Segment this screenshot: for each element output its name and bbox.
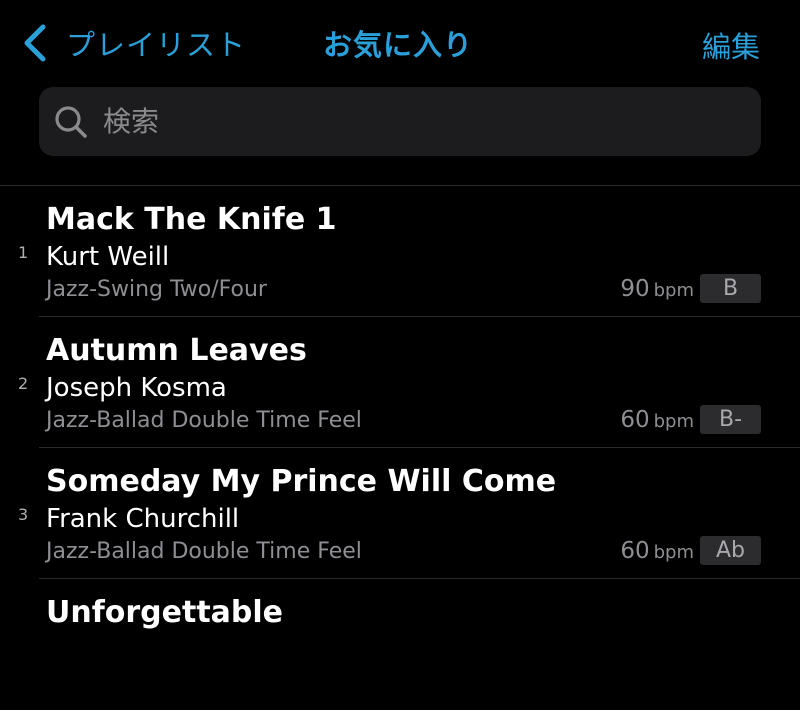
song-style: Jazz-Ballad Double Time Feel: [46, 408, 362, 433]
song-tempo: 90 bpm: [620, 276, 694, 302]
row-index: 1: [18, 243, 29, 262]
key-badge: B-: [700, 405, 761, 434]
list-item[interactable]: Unforgettable: [0, 579, 800, 710]
row-index: 2: [18, 374, 29, 393]
back-label: プレイリスト: [66, 28, 247, 62]
tempo-unit: bpm: [653, 280, 694, 301]
tempo-value: 60: [620, 407, 650, 433]
row-index: 3: [18, 505, 29, 524]
song-style: Jazz-Swing Two/Four: [46, 277, 267, 302]
song-title: Mack The Knife 1: [46, 202, 337, 237]
list-item[interactable]: 2 Autumn Leaves Joseph Kosma Jazz-Ballad…: [0, 317, 800, 448]
search-bar[interactable]: [39, 87, 761, 156]
list-item[interactable]: 1 Mack The Knife 1 Kurt Weill Jazz-Swing…: [0, 186, 800, 317]
tempo-value: 90: [620, 276, 650, 302]
tempo-unit: bpm: [653, 542, 694, 563]
song-title: Someday My Prince Will Come: [46, 464, 557, 499]
tempo-value: 60: [620, 538, 650, 564]
back-button[interactable]: プレイリスト: [22, 20, 246, 66]
list-item[interactable]: 3 Someday My Prince Will Come Frank Chur…: [0, 448, 800, 579]
song-tempo: 60 bpm: [620, 538, 694, 564]
navigation-bar: プレイリスト お気に入り 編集: [0, 0, 800, 84]
song-composer: Kurt Weill: [46, 242, 170, 272]
page-title: お気に入り: [323, 28, 474, 62]
song-title: Unforgettable: [46, 595, 284, 630]
song-composer: Frank Churchill: [46, 504, 240, 534]
tempo-unit: bpm: [653, 411, 694, 432]
song-tempo: 60 bpm: [620, 407, 694, 433]
song-title: Autumn Leaves: [46, 333, 307, 368]
song-list: 1 Mack The Knife 1 Kurt Weill Jazz-Swing…: [0, 186, 800, 710]
search-icon: [55, 105, 87, 138]
key-badge: B: [700, 274, 761, 303]
chevron-left-icon: [24, 24, 46, 62]
edit-button[interactable]: 編集: [702, 24, 760, 66]
search-input[interactable]: [101, 104, 725, 139]
key-badge: Ab: [700, 536, 761, 565]
song-composer: Joseph Kosma: [46, 373, 227, 403]
song-style: Jazz-Ballad Double Time Feel: [46, 539, 362, 564]
